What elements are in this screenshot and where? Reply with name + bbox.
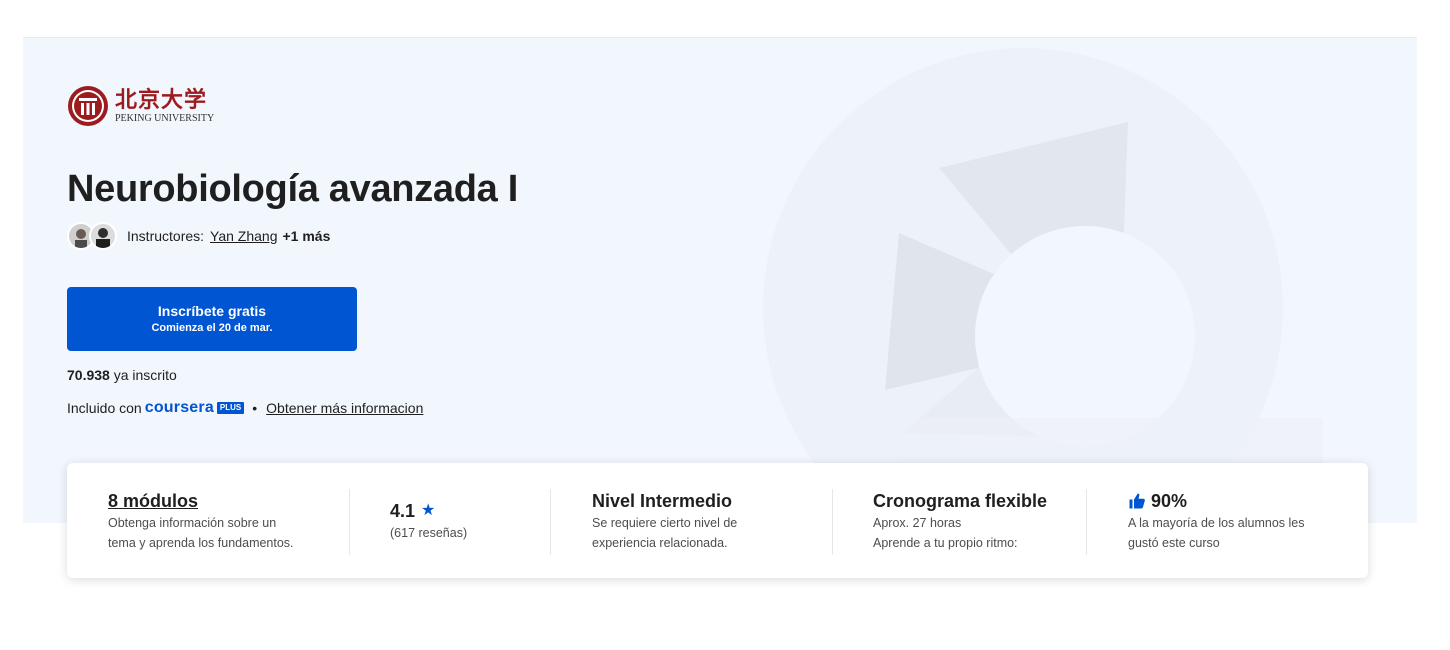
more-instructors[interactable]: +1 más xyxy=(283,228,331,244)
schedule-desc-2: Aprende a tu propio ritmo: xyxy=(873,536,1018,550)
separator-dot: • xyxy=(252,400,258,416)
schedule-desc-1: Aprox. 27 horas xyxy=(873,516,962,530)
coursera-plus-logo: coursera xyxy=(144,399,214,416)
course-title: Neurobiología avanzada I xyxy=(67,168,519,210)
instructor-link[interactable]: Yan Zhang xyxy=(210,228,277,244)
level-desc-1: Se requiere cierto nivel de xyxy=(592,516,738,530)
enrolled-count: 70.938 ya inscrito xyxy=(67,367,177,383)
level-title: Nivel Intermedio xyxy=(592,491,733,511)
level-desc-2: experiencia relacionada. xyxy=(592,536,728,550)
enrolled-number: 70.938 xyxy=(67,367,110,383)
stat-level: Nivel Intermedio Se requiere cierto nive… xyxy=(592,489,737,553)
approval-desc-1: A la mayoría de los alumnos les xyxy=(1128,516,1305,530)
stat-divider xyxy=(550,489,551,555)
stat-approval: 90% A la mayoría de los alumnos les gust… xyxy=(1128,489,1304,553)
university-logo[interactable]: 北京大学 PEKING UNIVERSITY xyxy=(67,85,214,127)
modules-desc-2: tema y aprenda los fundamentos. xyxy=(108,536,294,550)
course-page: 北京大学 PEKING UNIVERSITY Neurobiología ava… xyxy=(0,0,1450,650)
stat-divider xyxy=(832,489,833,555)
university-name-en: PEKING UNIVERSITY xyxy=(115,113,215,124)
included-prefix: Incluido con xyxy=(67,400,142,416)
approval-value: 90% xyxy=(1151,491,1188,511)
more-info-link[interactable]: Obtener más informacion xyxy=(266,400,423,416)
stat-divider xyxy=(349,489,350,555)
plus-badge: PLUS xyxy=(216,402,245,414)
enroll-button[interactable]: Inscríbete gratis Comienza el 20 de mar. xyxy=(67,287,357,351)
thumbs-up-icon xyxy=(1129,493,1145,509)
course-stats-card: 8 módulos Obtenga información sobre un t… xyxy=(67,463,1368,578)
university-name-cn: 北京大学 xyxy=(115,87,208,113)
rating-value: 4.1 xyxy=(390,501,416,521)
modules-desc-1: Obtenga información sobre un xyxy=(108,516,277,530)
avatar[interactable] xyxy=(89,222,117,250)
enrolled-suffix: ya inscrito xyxy=(113,367,177,383)
schedule-title: Cronograma flexible xyxy=(873,491,1048,511)
pku-seal-icon xyxy=(68,86,108,126)
stat-modules: 8 módulos Obtenga información sobre un t… xyxy=(108,489,294,553)
included-with-row: Incluido con coursera PLUS • Obtener más… xyxy=(67,399,423,417)
rating-reviews: (617 reseñas) xyxy=(390,526,468,540)
stat-schedule: Cronograma flexible Aprox. 27 horas Apre… xyxy=(873,489,1047,553)
instructors-label: Instructores: xyxy=(127,228,205,244)
enroll-start-date: Comienza el 20 de mar. xyxy=(151,322,273,334)
modules-link[interactable]: 8 módulos xyxy=(108,489,198,513)
enroll-button-label: Inscríbete gratis xyxy=(157,303,267,319)
instructor-avatars[interactable] xyxy=(67,222,117,250)
decorative-background-shape xyxy=(763,48,1323,523)
star-icon: ★ xyxy=(421,502,436,519)
instructors-row: Instructores: Yan Zhang +1 más xyxy=(67,222,330,250)
stat-rating: 4.1 ★ (617 reseñas) xyxy=(390,499,467,543)
stat-divider xyxy=(1086,489,1087,555)
hero-banner xyxy=(23,37,1417,523)
approval-desc-2: gustó este curso xyxy=(1128,536,1220,550)
